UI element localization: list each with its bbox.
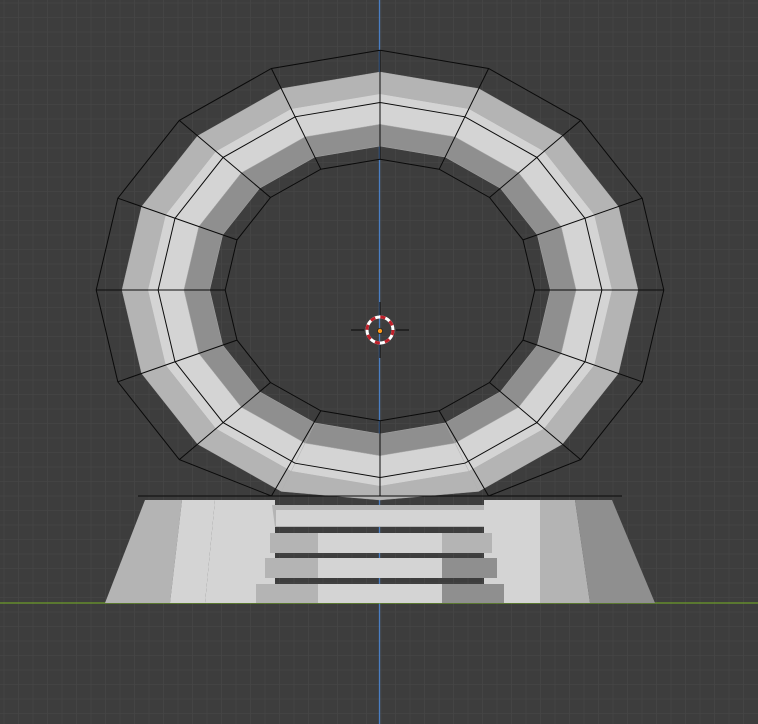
stair-step — [318, 533, 380, 553]
object-origin-dot — [376, 327, 383, 334]
stair-step — [380, 533, 442, 553]
stair-step — [380, 558, 442, 578]
stair-step — [318, 584, 380, 603]
3d-viewport[interactable] — [0, 0, 758, 724]
viewport-canvas[interactable] — [0, 0, 758, 724]
stair-step — [442, 584, 504, 603]
stair-step — [318, 558, 380, 578]
stair-step — [380, 584, 442, 603]
stair-step — [442, 558, 497, 578]
stair-step — [276, 510, 484, 526]
